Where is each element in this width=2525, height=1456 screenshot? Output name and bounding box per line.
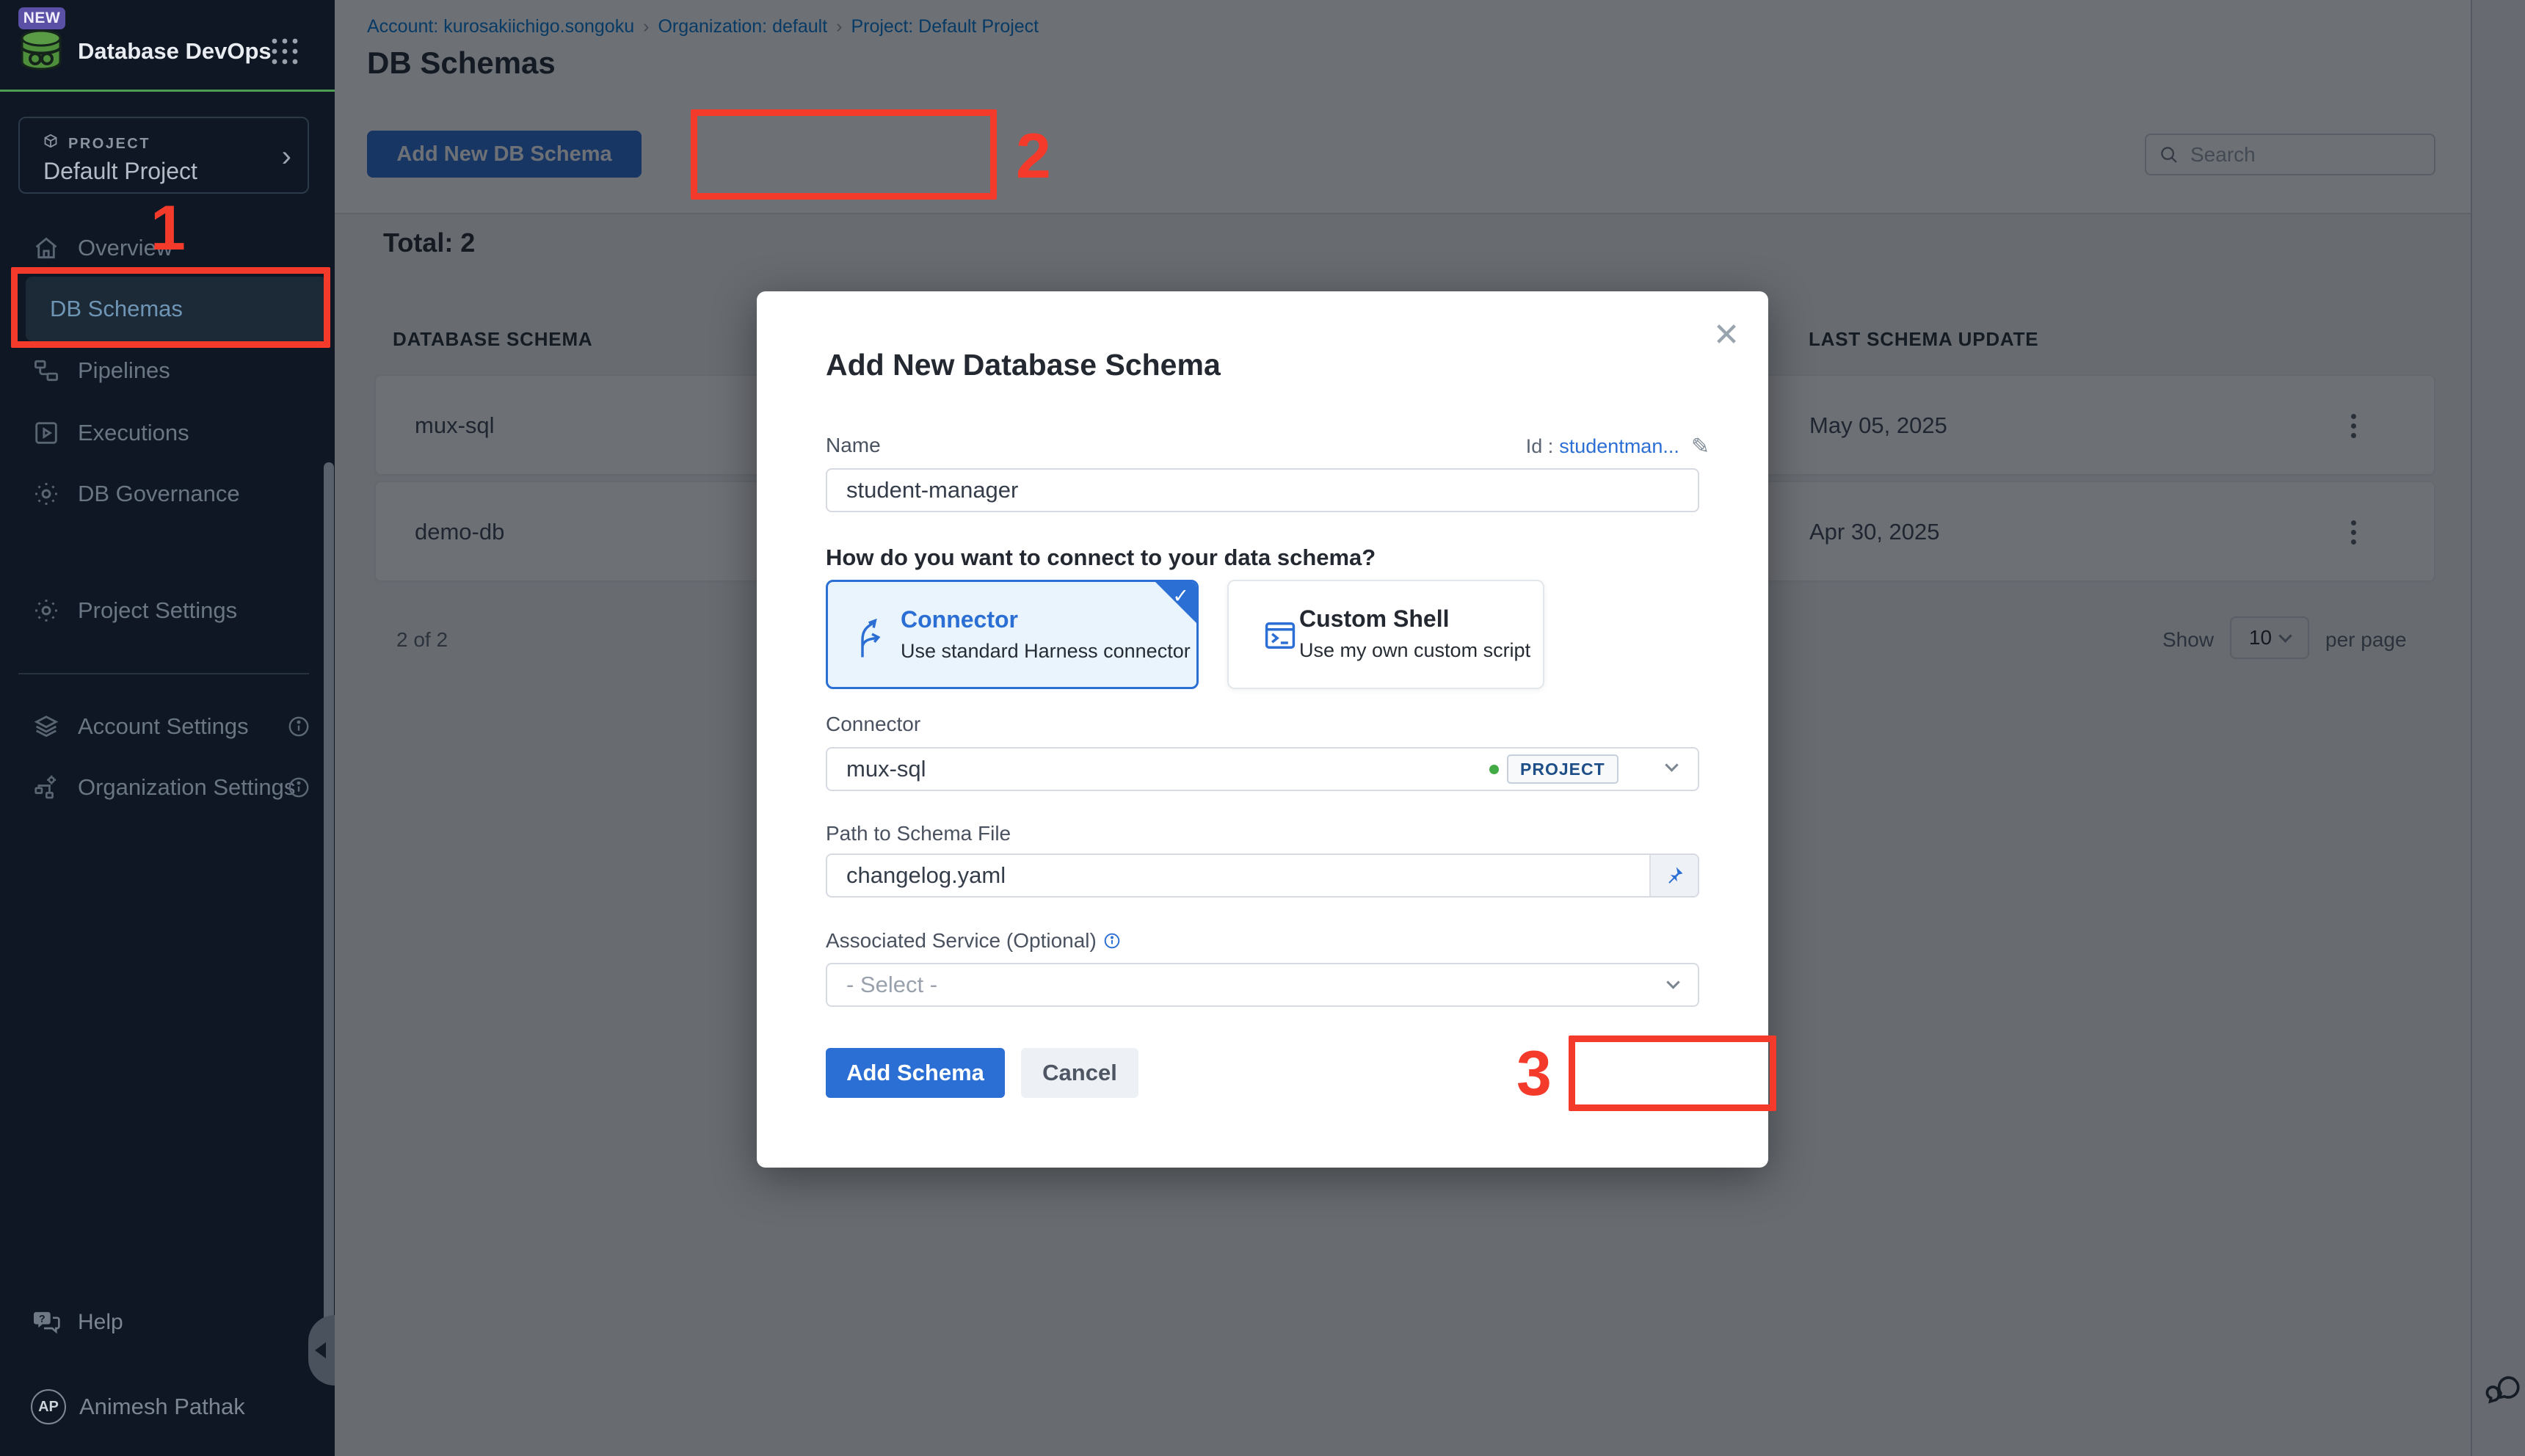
terminal-icon (1261, 616, 1299, 655)
chevron-right-icon: › (282, 142, 291, 171)
service-placeholder: - Select - (846, 972, 937, 998)
help-label: Help (78, 1310, 123, 1335)
option-connector[interactable]: Connector Use standard Harness connector… (826, 580, 1199, 689)
avatar: AP (31, 1389, 66, 1424)
sidebar-item-label: Organization Settings (78, 774, 295, 801)
schema-id: Id : studentman... ✎ (1526, 434, 1710, 459)
check-icon: ✓ (1172, 585, 1189, 608)
cancel-button[interactable]: Cancel (1021, 1048, 1138, 1098)
close-icon[interactable]: ✕ (1708, 316, 1745, 353)
sidebar-scrollbar[interactable] (324, 462, 334, 1384)
id-value-link[interactable]: studentman... (1559, 435, 1679, 458)
path-input[interactable] (826, 853, 1699, 898)
app-switcher-grid-icon[interactable] (269, 35, 301, 68)
sidebar-item-label: Pipelines (78, 357, 170, 384)
org-settings-icon (32, 774, 60, 801)
option-custom-shell[interactable]: Custom Shell Use my own custom script (1227, 580, 1544, 689)
help-chat-icon: ? (32, 1308, 62, 1337)
sidebar-item-db-governance[interactable]: DB Governance (0, 462, 335, 525)
info-icon[interactable] (286, 775, 311, 800)
cube-icon (42, 133, 59, 150)
connector-label: Connector (826, 713, 920, 736)
gear-icon (32, 480, 60, 508)
annotation-box-2 (691, 109, 997, 200)
annotation-number-2: 2 (1016, 120, 1051, 193)
project-name: Default Project (43, 158, 197, 185)
connect-question: How do you want to connect to your data … (826, 545, 1376, 571)
sidebar-item-label: Account Settings (78, 713, 249, 740)
sidebar-item-label: Project Settings (78, 597, 237, 624)
add-schema-button[interactable]: Add Schema (826, 1048, 1005, 1098)
executions-icon (32, 419, 60, 447)
harness-dbops-logo (18, 26, 65, 73)
id-prefix: Id : (1526, 435, 1554, 458)
path-field[interactable] (826, 853, 1699, 898)
edit-pencil-icon[interactable]: ✎ (1691, 434, 1710, 459)
sidebar-item-organization-settings[interactable]: Organization Settings (0, 756, 335, 819)
brand-accent-line (0, 90, 335, 92)
name-label: Name (826, 434, 881, 457)
annotation-number-1: 1 (150, 192, 186, 265)
option-title: Connector (901, 606, 1018, 633)
sidebar-item-pipelines[interactable]: Pipelines (0, 339, 335, 402)
sidebar-item-project-settings[interactable]: Project Settings (0, 579, 335, 642)
project-scope-label: PROJECT (68, 136, 150, 153)
option-subtitle: Use standard Harness connector (901, 640, 1191, 663)
service-select[interactable]: - Select - (826, 963, 1699, 1007)
pipelines-icon (32, 357, 60, 385)
option-title: Custom Shell (1299, 605, 1449, 633)
sidebar-item-account-settings[interactable]: Account Settings (0, 695, 335, 758)
chevron-down-icon (1666, 975, 1679, 989)
gear-icon (32, 597, 60, 625)
info-icon[interactable] (1102, 931, 1122, 950)
layers-icon (32, 713, 60, 740)
annotation-number-3: 3 (1516, 1038, 1552, 1110)
sidebar-item-label: Executions (78, 420, 189, 446)
app-root: NEW Database DevOps (0, 0, 2525, 1456)
annotation-box-3 (1569, 1035, 1776, 1111)
user-menu[interactable]: AP Animesh Pathak (31, 1389, 245, 1424)
scope-badge: PROJECT (1507, 754, 1618, 784)
sidebar-item-executions[interactable]: Executions (0, 401, 335, 465)
option-subtitle: Use my own custom script (1299, 639, 1530, 662)
sidebar-divider (18, 673, 309, 674)
help-button[interactable]: ? Help (32, 1308, 123, 1337)
name-input[interactable] (826, 468, 1699, 512)
collapse-left-icon (315, 1342, 326, 1358)
user-name: Animesh Pathak (79, 1394, 245, 1420)
pin-runtime-toggle[interactable] (1649, 855, 1698, 896)
pin-icon (1663, 864, 1685, 887)
sidebar-collapse-handle[interactable] (308, 1315, 335, 1386)
modal-title: Add New Database Schema (826, 348, 1221, 382)
home-icon (32, 234, 60, 262)
svg-text:?: ? (39, 1313, 46, 1325)
branch-arrows-icon (853, 614, 891, 658)
project-selector[interactable]: PROJECT Default Project › (18, 117, 309, 194)
info-icon[interactable] (286, 714, 311, 739)
sidebar-item-label: DB Governance (78, 481, 240, 507)
service-label: Associated Service (Optional) (826, 929, 1122, 953)
path-label: Path to Schema File (826, 822, 1011, 845)
connector-status-dot (1489, 765, 1499, 774)
connector-field[interactable]: PROJECT (826, 747, 1699, 791)
app-title: Database DevOps (78, 38, 272, 65)
annotation-box-1 (11, 267, 330, 348)
